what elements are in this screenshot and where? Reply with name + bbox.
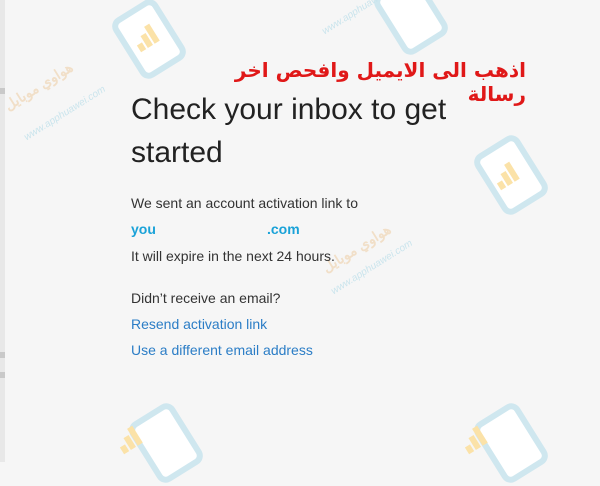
no-email-question: Didn’t receive an email? <box>131 290 281 306</box>
different-email-link[interactable]: Use a different email address <box>131 342 313 358</box>
sent-message: We sent an account activation link to <box>131 195 358 211</box>
bars-icon <box>457 420 494 455</box>
expiry-message: It will expire in the next 24 hours. <box>131 248 335 264</box>
phone-icon <box>470 399 552 486</box>
bars-icon <box>112 420 149 455</box>
edge-marker <box>0 88 5 94</box>
resend-activation-link[interactable]: Resend activation link <box>131 316 267 332</box>
email-address: you .com <box>131 221 311 239</box>
bars-icon <box>129 18 166 53</box>
email-redaction <box>159 221 267 239</box>
edge-marker <box>0 372 5 378</box>
phone-icon <box>108 0 190 83</box>
left-window-edge <box>0 0 5 462</box>
edge-marker <box>0 352 5 358</box>
email-prefix: you <box>131 221 156 237</box>
watermark-url: www.apphuawei.com <box>320 0 406 38</box>
phone-icon <box>370 0 452 59</box>
email-suffix: .com <box>267 221 300 237</box>
phone-icon <box>125 399 207 486</box>
page-title: Check your inbox to get started <box>131 93 447 169</box>
